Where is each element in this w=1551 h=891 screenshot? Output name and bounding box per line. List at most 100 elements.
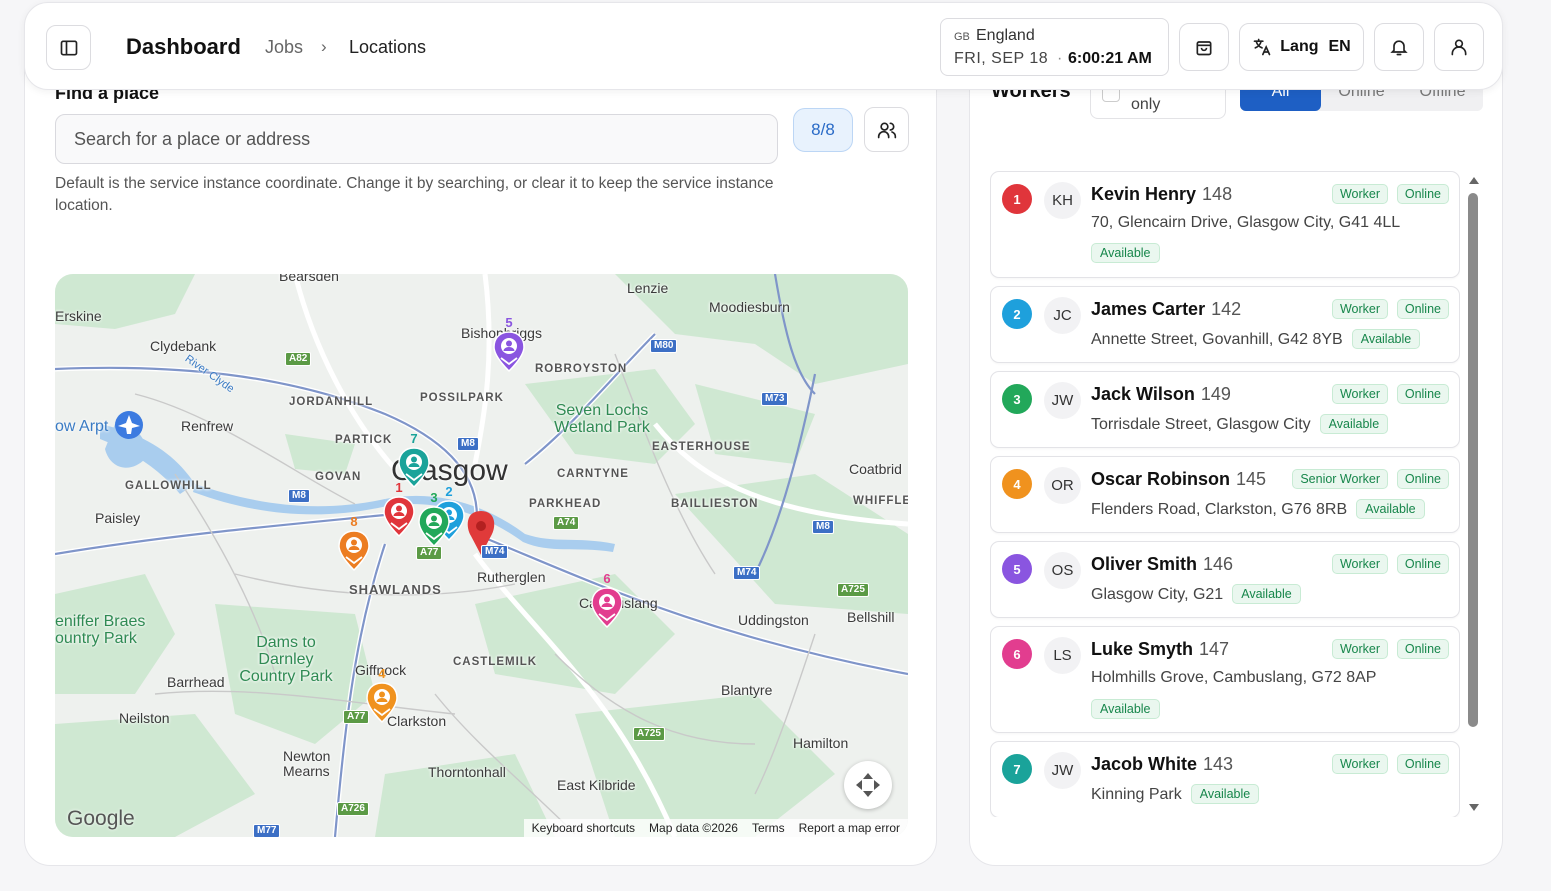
worker-number-badge: 5	[1002, 554, 1032, 584]
map-label-rutherglen: Rutherglen	[477, 569, 546, 585]
map-attribution: Keyboard shortcuts Map data ©2026 Terms …	[523, 819, 908, 837]
report-map-error-link[interactable]: Report a map error	[799, 821, 900, 835]
map-label-barrhead: Barrhead	[167, 674, 225, 690]
language-button[interactable]: Lang EN	[1239, 23, 1364, 71]
workers-list-scrollbar[interactable]	[1468, 171, 1480, 817]
availability-badge: Available	[1319, 414, 1389, 434]
worker-name: James Carter 142	[1091, 299, 1242, 319]
map-label-castlemilk: CASTLEMILK	[453, 656, 538, 668]
region-clock: GB England FRI, SEP 18 · 6:00:21 AM	[940, 18, 1169, 76]
worker-pin-7[interactable]: 7	[397, 431, 431, 489]
avatar: JC	[1044, 297, 1081, 334]
users-icon	[877, 122, 896, 138]
availability-badge: Available	[1356, 499, 1425, 519]
worker-number-badge: 7	[1002, 754, 1032, 784]
country-code: GB	[954, 31, 970, 43]
map-recenter-button[interactable]	[844, 761, 892, 809]
avatar: OS	[1044, 552, 1081, 589]
role-badge: Worker	[1331, 554, 1388, 574]
worker-address: Glasgow City, G21 Available	[1091, 584, 1301, 604]
worker-count-pill[interactable]: 8/8	[793, 108, 853, 152]
worker-card[interactable]: 2 JC James Carter 142 Worker Online Annet…	[990, 286, 1460, 363]
worker-card[interactable]: 6 LS Luke Smyth 147 Worker Online Holmhil…	[990, 626, 1460, 733]
worker-address: Holmhills Grove, Cambuslang, G72 8AP	[1091, 669, 1377, 686]
status-badge: Online	[1396, 384, 1449, 404]
worker-card[interactable]: 7 JW Jacob White 143 Worker Online Kinnin…	[990, 741, 1460, 817]
place-search-input[interactable]: Search for a place or address	[55, 114, 778, 164]
clock-separator: ·	[1057, 50, 1063, 67]
breadcrumb-jobs[interactable]: Jobs	[265, 37, 303, 58]
only-label: only	[1131, 96, 1161, 113]
map-label-bellshill: Bellshill	[847, 609, 895, 625]
map-label-bearsden: Bearsden	[279, 274, 339, 284]
status-badge: Online	[1396, 554, 1449, 574]
road-shield: M77	[253, 824, 281, 837]
bell-icon	[1390, 40, 1408, 56]
map-label-hamilton: Hamilton	[793, 735, 849, 751]
worker-name: Jacob White 143	[1091, 754, 1234, 774]
map-label-easterhouse: EASTERHOUSE	[652, 441, 751, 453]
worker-pin-4[interactable]: 4	[365, 666, 399, 724]
map-label-thorntonhall: Thorntonhall	[428, 764, 506, 780]
worker-address: 70, Glencairn Drive, Glasgow City, G41 4…	[1091, 214, 1401, 231]
role-badge: Worker	[1331, 384, 1388, 404]
worker-pin-icon	[418, 506, 450, 548]
terms-link[interactable]: Terms	[752, 821, 785, 835]
worker-card[interactable]: 3 JW Jack Wilson 149 Worker Online Torris…	[990, 371, 1460, 448]
worker-pin-8[interactable]: 8	[337, 514, 371, 572]
notifications-button[interactable]	[1374, 23, 1424, 71]
map-label-shawlands: SHAWLANDS	[349, 582, 442, 597]
map-data-label: Map data ©2026	[649, 821, 738, 835]
map-label-paisley: Paisley	[95, 510, 141, 526]
availability-badge: Available	[1190, 784, 1260, 804]
worker-card[interactable]: 4 OR Oscar Robinson 145 Senior Worker Onl…	[990, 456, 1460, 533]
scroll-down-arrow-icon[interactable]	[1469, 804, 1479, 811]
workers-toggle-button[interactable]	[864, 107, 909, 152]
worker-pin-1[interactable]: 1	[382, 480, 416, 538]
availability-badge: Available	[1232, 584, 1301, 604]
worker-name: Luke Smyth 147	[1091, 639, 1230, 659]
worker-card[interactable]: 5 OS Oliver Smith 146 Worker Online Glasg…	[990, 541, 1460, 618]
worker-pin-3[interactable]: 3	[417, 490, 451, 548]
road-shield: M8	[457, 437, 479, 451]
map-label-blantyre: Blantyre	[721, 682, 773, 698]
worker-pin-5[interactable]: 5	[492, 315, 526, 373]
worker-pin-icon	[383, 496, 415, 538]
road-shield: M80	[650, 339, 678, 353]
scroll-up-arrow-icon[interactable]	[1469, 177, 1479, 184]
road-shield: M8	[812, 520, 834, 534]
road-shield: M74	[733, 566, 761, 580]
lang-code: EN	[1328, 38, 1351, 55]
pin-number: 6	[603, 571, 611, 586]
worker-address: Kinning Park Available	[1091, 784, 1260, 804]
worker-pin-icon	[338, 530, 370, 572]
pin-number: 4	[378, 666, 386, 681]
map-view[interactable]: Bearsden Lenzie Moodiesburn Erskine Clyd…	[55, 274, 908, 837]
availability-badge: Available	[1091, 699, 1160, 719]
top-header: Dashboard Jobs › Locations GB England FR…	[24, 2, 1503, 90]
clock-date: FRI, SEP 18	[954, 50, 1049, 67]
worker-pin-6[interactable]: 6	[590, 571, 624, 629]
role-badge: Worker	[1331, 639, 1388, 659]
worker-card[interactable]: 1 KH Kevin Henry 148 Worker Online 70, Gl…	[990, 171, 1460, 278]
role-badge: Worker	[1331, 184, 1388, 204]
profile-button[interactable]	[1434, 23, 1484, 71]
worker-number-badge: 3	[1002, 384, 1032, 414]
road-shield: A77	[416, 546, 443, 560]
cart-button[interactable]	[1179, 23, 1229, 71]
scroll-thumb[interactable]	[1468, 193, 1478, 727]
sidebar-toggle-button[interactable]	[46, 25, 91, 70]
keyboard-shortcuts-link[interactable]: Keyboard shortcuts	[532, 821, 635, 835]
role-badge: Worker	[1331, 299, 1388, 319]
search-placeholder: Search for a place or address	[74, 128, 311, 149]
worker-address: Flenders Road, Clarkston, G76 8RB Availab…	[1091, 499, 1425, 519]
map-label-renfrew: Renfrew	[181, 418, 234, 434]
breadcrumb-current: Locations	[349, 37, 427, 57]
map-label-whifflet: WHIFFLE	[853, 495, 908, 507]
lang-label: Lang	[1280, 38, 1319, 55]
map-label-dams: Dams to Darnley Country Park	[239, 634, 333, 685]
map-label-east-kilbride: East Kilbride	[557, 777, 636, 793]
worker-number-badge: 6	[1002, 639, 1032, 669]
worker-pin-icon	[366, 682, 398, 724]
worker-name: Oscar Robinson 145	[1091, 469, 1267, 489]
